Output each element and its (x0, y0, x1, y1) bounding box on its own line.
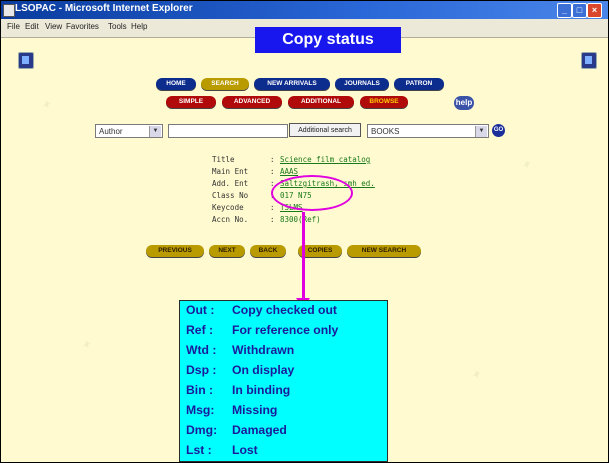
search-input[interactable] (168, 124, 288, 138)
title-bar: LSOPAC - Microsoft Internet Explorer _ □… (1, 1, 608, 19)
callout-arrow-line (302, 212, 305, 302)
ie-app-icon (3, 4, 15, 17)
menu-tools[interactable]: Tools (108, 22, 127, 31)
record-separator: : (270, 167, 275, 176)
legend-code: Wtd : (186, 343, 217, 357)
window-title: LSOPAC - Microsoft Internet Explorer (15, 3, 193, 14)
record-value-accn-no: 8300(Ref) (280, 215, 321, 224)
nav-journals-button[interactable]: JOURNALS (335, 78, 389, 90)
legend-code: Lst : (186, 443, 212, 457)
record-value-main-entry-link[interactable]: AAAS (280, 167, 298, 176)
legend-meaning: Copy checked out (232, 303, 337, 317)
legend-meaning: Lost (232, 443, 258, 457)
watermark: ✦ (78, 336, 94, 354)
close-button[interactable]: × (587, 3, 602, 18)
legend-code: Dsp : (186, 363, 217, 377)
legend-meaning: On display (232, 363, 295, 377)
nav-simple-button[interactable]: SIMPLE (166, 96, 216, 108)
library-logo-icon-right (581, 52, 597, 69)
record-label-main-entry: Main Ent (212, 167, 249, 176)
record-label-accn-no: Accn No. (212, 215, 249, 224)
record-label-added-entry: Add. Ent (212, 179, 249, 188)
help-button[interactable]: help (454, 96, 474, 110)
minimize-button[interactable]: _ (557, 3, 572, 18)
search-field-value: Author (99, 127, 123, 136)
watermark: ✦ (518, 156, 534, 174)
legend-row-wtd: Wtd : Withdrawn (186, 343, 294, 357)
menu-view[interactable]: View (45, 22, 62, 31)
legend-row-dmg: Dmg: Damaged (186, 423, 287, 437)
legend-row-ref: Ref : For reference only (186, 323, 338, 337)
menu-help[interactable]: Help (131, 22, 147, 31)
menu-file[interactable]: File (7, 22, 20, 31)
nav-advanced-button[interactable]: ADVANCED (222, 96, 282, 108)
nav-search-button[interactable]: SEARCH (201, 78, 249, 90)
record-separator: : (270, 155, 275, 164)
legend-meaning: Missing (232, 403, 278, 417)
watermark: ✦ (38, 96, 54, 114)
next-button[interactable]: NEXT (209, 245, 245, 257)
legend-row-lst: Lst : Lost (186, 443, 258, 457)
legend-code: Ref : (186, 323, 214, 337)
search-field-select[interactable]: Author ▼ (95, 124, 163, 138)
additional-search-button[interactable]: Additional search (289, 123, 361, 137)
nav-patron-button[interactable]: PATRON (394, 78, 444, 90)
record-value-title-link[interactable]: Science film catalog (280, 155, 370, 164)
nav-home-button[interactable]: HOME (156, 78, 196, 90)
chevron-down-icon: ▼ (475, 126, 487, 137)
nav-new-arrivals-button[interactable]: NEW ARRIVALS (254, 78, 330, 90)
legend-meaning: Damaged (232, 423, 287, 437)
copy-status-legend: Out : Copy checked out Ref : For reference… (179, 300, 388, 462)
callout-ellipse (271, 175, 353, 211)
go-button[interactable]: GO (492, 124, 505, 137)
browser-window: LSOPAC - Microsoft Internet Explorer _ □… (0, 0, 609, 463)
record-label-keycode: Keycode (212, 203, 244, 212)
menu-favorites[interactable]: Favorites (66, 22, 99, 31)
legend-code: Bin : (186, 383, 214, 397)
nav-browse-button[interactable]: BROWSE (360, 96, 408, 108)
legend-meaning: Withdrawn (232, 343, 295, 357)
watermark: ✦ (468, 366, 484, 384)
collection-select[interactable]: BOOKS ▼ (367, 124, 489, 138)
legend-row-bin: Bin : In binding (186, 383, 290, 397)
nav-additional-button[interactable]: ADDITIONAL (288, 96, 354, 108)
legend-code: Dmg: (186, 423, 218, 437)
back-button[interactable]: BACK (250, 245, 286, 257)
menu-edit[interactable]: Edit (25, 22, 39, 31)
chevron-down-icon: ▼ (149, 126, 161, 137)
record-separator: : (270, 203, 275, 212)
record-label-title: Title (212, 155, 235, 164)
library-logo-icon-left (18, 52, 34, 69)
previous-button[interactable]: PREVIOUS (146, 245, 204, 257)
legend-code: Msg: (186, 403, 215, 417)
copy-status-title: Copy status (255, 27, 401, 53)
new-search-button[interactable]: NEW SEARCH (347, 245, 421, 257)
legend-row-dsp: Dsp : On display (186, 363, 294, 377)
record-label-class-no: Class No (212, 191, 249, 200)
maximize-button[interactable]: □ (572, 3, 587, 18)
record-separator: : (270, 215, 275, 224)
legend-meaning: For reference only (232, 323, 339, 337)
legend-code: Out : (186, 303, 215, 317)
legend-meaning: In binding (232, 383, 291, 397)
legend-row-msg: Msg: Missing (186, 403, 277, 417)
collection-value: BOOKS (371, 127, 400, 136)
legend-row-out: Out : Copy checked out (186, 303, 337, 317)
